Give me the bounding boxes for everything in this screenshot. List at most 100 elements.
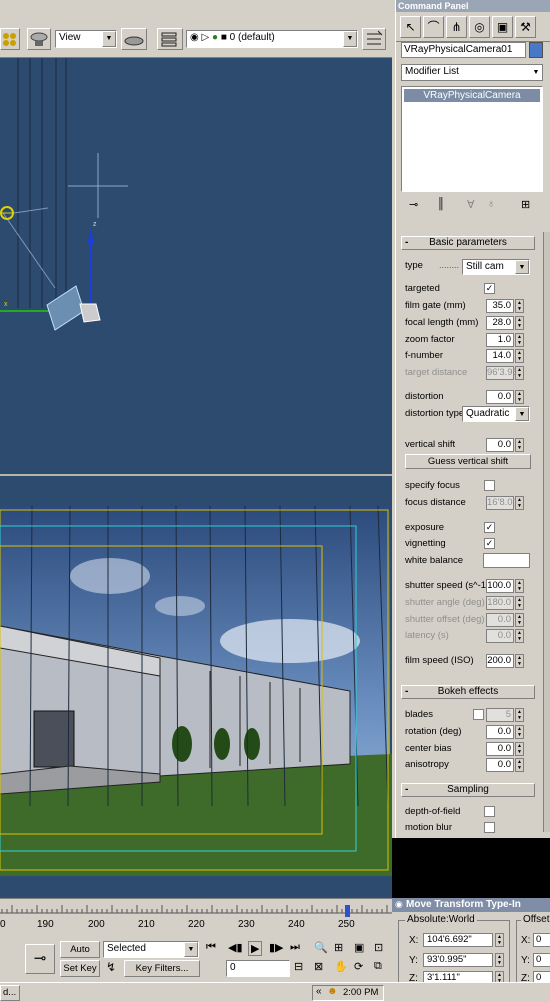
absolute-x-field[interactable]: 104'6.692" xyxy=(423,933,493,947)
targeted-checkbox[interactable]: ✓ xyxy=(484,283,495,294)
spinner-arrows-icon[interactable]: ▲ ▼ xyxy=(515,496,524,510)
remove-modifier-icon[interactable]: ♁ xyxy=(487,198,495,210)
spinner-arrows-icon[interactable]: ▲ ▼ xyxy=(515,758,524,772)
depth-of-field-checkbox[interactable] xyxy=(484,806,495,817)
vignetting-checkbox[interactable]: ✓ xyxy=(484,538,495,549)
sampling-header[interactable]: - Sampling xyxy=(401,783,535,797)
spinner-arrows-icon[interactable]: ▲ ▼ xyxy=(515,708,524,722)
key-icon[interactable]: ⊸ xyxy=(25,944,55,974)
zoom-extents-all-icon[interactable]: ⊡ xyxy=(374,941,383,954)
spinner-arrows-icon[interactable]: ▲ ▼ xyxy=(515,579,524,593)
film-speed-spinner[interactable]: 200.0 xyxy=(486,654,514,668)
next-frame-icon[interactable]: ▮▶ xyxy=(269,941,284,954)
f-number-spinner[interactable]: 14.0 xyxy=(486,349,514,363)
shutter-offset-spinner[interactable]: 0.0 xyxy=(486,613,514,627)
blades-spinner[interactable]: 5 xyxy=(486,708,514,722)
create-tab-icon[interactable]: ↖ xyxy=(400,16,421,38)
spinner-arrows-icon[interactable]: ▲ ▼ xyxy=(515,613,524,627)
spinner-arrows-icon[interactable]: ▲ ▼ xyxy=(495,933,504,947)
configure-sets-icon[interactable]: ⊞ xyxy=(521,198,530,211)
spinner-arrows-icon[interactable]: ▲ ▼ xyxy=(515,725,524,739)
play-icon[interactable]: ▶ xyxy=(248,941,263,956)
taskbar-task-button[interactable]: d... xyxy=(0,985,20,1001)
key-set-dropdown[interactable]: Selected ▼ xyxy=(103,941,199,958)
basic-parameters-header[interactable]: - Basic parameters xyxy=(401,236,535,250)
spinner-arrows-icon[interactable]: ▲ ▼ xyxy=(515,438,524,452)
tray-arrows-icon[interactable]: « xyxy=(316,986,322,997)
anisotropy-spinner[interactable]: 0.0 xyxy=(486,758,514,772)
focus-distance-spinner[interactable]: 16'8.0" xyxy=(486,496,516,510)
modifier-list-dropdown[interactable]: Modifier List ▼ xyxy=(401,64,543,81)
offset-y-field[interactable]: 0 xyxy=(533,953,550,967)
specify-focus-checkbox[interactable] xyxy=(484,480,495,491)
camera-viewport[interactable] xyxy=(0,476,392,898)
display-tab-icon[interactable]: ▣ xyxy=(492,16,513,38)
render-quick-icon[interactable] xyxy=(121,28,147,50)
spinner-arrows-icon[interactable]: ▲ ▼ xyxy=(515,349,524,363)
zoom-icon[interactable]: 🔍 xyxy=(314,941,328,954)
spinner-arrows-icon[interactable]: ▲ ▼ xyxy=(515,742,524,756)
offset-x-field[interactable]: 0 xyxy=(533,933,550,947)
motion-tab-icon[interactable]: ◎ xyxy=(469,16,490,38)
zoom-factor-spinner[interactable]: 1.0 xyxy=(486,333,514,347)
bokeh-effects-header[interactable]: - Bokeh effects xyxy=(401,685,535,699)
pin-stack-icon[interactable]: ⊸ xyxy=(409,198,418,211)
shutter-angle-spinner[interactable]: 180.0 xyxy=(486,596,514,610)
rotation-spinner[interactable]: 0.0 xyxy=(486,725,514,739)
set-key-button[interactable]: Set Key xyxy=(60,960,100,977)
pan-icon[interactable]: ✋ xyxy=(334,960,348,973)
top-viewport[interactable]: z x xyxy=(0,58,392,474)
key-filters-button[interactable]: Key Filters... xyxy=(124,960,200,977)
film-gate-spinner[interactable]: 35.0 xyxy=(486,299,514,313)
auto-key-button[interactable]: Auto Key xyxy=(60,941,100,970)
object-color-swatch[interactable] xyxy=(529,42,543,58)
make-unique-icon[interactable]: ∀ xyxy=(467,198,475,211)
current-frame-field[interactable]: 0 xyxy=(226,960,290,977)
hierarchy-tab-icon[interactable]: ⋔ xyxy=(446,16,467,38)
stack-item[interactable]: VRayPhysicalCamera xyxy=(404,89,540,102)
exposure-checkbox[interactable]: ✓ xyxy=(484,522,495,533)
type-dropdown[interactable]: Still cam ▼ xyxy=(462,259,530,275)
spinner-arrows-icon[interactable]: ▲ ▼ xyxy=(515,316,524,330)
object-name-field[interactable]: VRayPhysicalCamera01 xyxy=(401,42,526,58)
spinner-arrows-icon[interactable]: ▲ ▼ xyxy=(515,629,524,643)
go-to-start-icon[interactable]: ⏮ xyxy=(206,941,216,954)
tray-smiley-icon[interactable]: ☻ xyxy=(327,986,338,997)
guess-vertical-shift-button[interactable]: Guess vertical shift xyxy=(405,454,531,469)
zoom-extents-icon[interactable]: ▣ xyxy=(354,941,364,954)
spinner-arrows-icon[interactable]: ▲ ▼ xyxy=(515,366,524,380)
create-layer-icon[interactable] xyxy=(362,28,386,50)
target-distance-spinner[interactable]: 96'3.95" xyxy=(486,366,521,380)
selection-filter-icon[interactable] xyxy=(0,28,20,50)
zoom-region-icon[interactable]: ⊠ xyxy=(314,960,323,973)
spinner-arrows-icon[interactable]: ▲ ▼ xyxy=(495,953,504,967)
spinner-arrows-icon[interactable]: ▲ ▼ xyxy=(515,390,524,404)
shutter-speed-spinner[interactable]: 100.0 xyxy=(486,579,514,593)
key-mode-icon[interactable]: ↯ xyxy=(106,960,116,974)
previous-frame-icon[interactable]: ◀▮ xyxy=(228,941,243,954)
track-bar[interactable]: 0 190 200 210 220 230 240 250 xyxy=(0,898,392,940)
utilities-tab-icon[interactable]: ⚒ xyxy=(515,16,536,38)
vertical-shift-spinner[interactable]: 0.0 xyxy=(486,438,514,452)
zoom-all-icon[interactable]: ⊞ xyxy=(334,941,343,954)
spinner-arrows-icon[interactable]: ▲ ▼ xyxy=(515,654,524,668)
render-scene-icon[interactable] xyxy=(27,28,51,50)
spinner-arrows-icon[interactable]: ▲ ▼ xyxy=(515,333,524,347)
absolute-y-field[interactable]: 93'0.995" xyxy=(423,953,493,967)
spinner-arrows-icon[interactable]: ▲ ▼ xyxy=(515,596,524,610)
orbit-icon[interactable]: ⟳ xyxy=(354,960,363,973)
layer-manager-icon[interactable] xyxy=(157,28,183,50)
maximize-viewport-icon[interactable]: ⧉ xyxy=(374,960,382,973)
spinner-arrows-icon[interactable]: ▲ ▼ xyxy=(515,299,524,313)
show-end-result-icon[interactable]: ║ xyxy=(437,198,445,210)
modifier-stack[interactable]: VRayPhysicalCamera xyxy=(401,86,543,192)
rollout-scrollbar[interactable] xyxy=(543,232,550,832)
modify-tab-icon[interactable]: ⌒ xyxy=(423,16,444,38)
distortion-type-dropdown[interactable]: Quadratic ▼ xyxy=(462,406,530,422)
white-balance-swatch[interactable] xyxy=(483,553,530,568)
layer-dropdown[interactable]: ◉ ▷ ● ■ 0 (default) ▼ xyxy=(186,30,358,48)
blades-checkbox[interactable] xyxy=(473,709,484,720)
latency-spinner[interactable]: 0.0 xyxy=(486,629,514,643)
time-config-icon[interactable]: ⊟ xyxy=(294,960,303,973)
view-dropdown[interactable]: View ▼ xyxy=(55,30,117,48)
